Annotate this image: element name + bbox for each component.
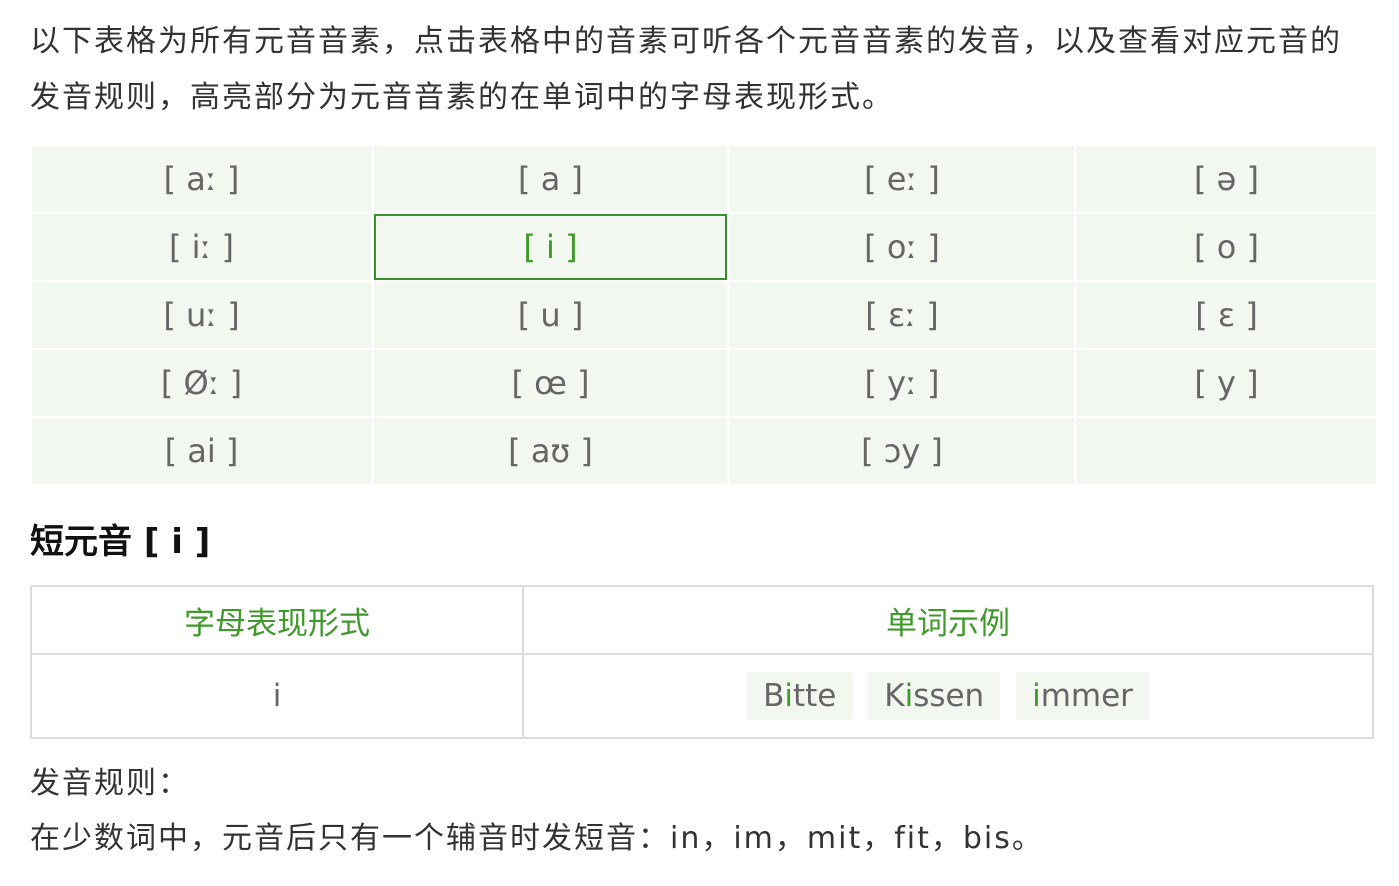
phoneme-cell-a-long[interactable]: [ aː ] xyxy=(32,146,371,212)
phoneme-cell-o-slash-long[interactable]: [ Øː ] xyxy=(32,350,371,416)
phoneme-cell-a[interactable]: [ a ] xyxy=(374,146,727,212)
phoneme-cell-o[interactable]: [ o ] xyxy=(1077,214,1376,280)
letter-form-cell: i xyxy=(30,653,524,739)
phoneme-cell-y[interactable]: [ y ] xyxy=(1077,350,1376,416)
example-highlight: i xyxy=(784,678,793,714)
examples-cell: Bitte Kissen immer xyxy=(522,653,1374,739)
example-word-immer[interactable]: immer xyxy=(1016,672,1149,720)
phoneme-cell-epsilon-long[interactable]: [ ɛː ] xyxy=(730,282,1074,348)
phoneme-cell-u-long[interactable]: [ uː ] xyxy=(32,282,371,348)
example-word-bitte[interactable]: Bitte xyxy=(747,672,853,720)
header-letter-form: 字母表现形式 xyxy=(30,585,524,655)
header-word-examples: 单词示例 xyxy=(522,585,1374,655)
phoneme-cell-u[interactable]: [ u ] xyxy=(374,282,727,348)
example-part: ssen xyxy=(913,678,985,714)
phoneme-grid: [ aː ] [ a ] [ eː ] [ ə ] [ iː ] [ i ] [… xyxy=(32,146,1376,484)
rule-table-row: i Bitte Kissen immer xyxy=(30,653,1374,739)
phoneme-cell-oe[interactable]: [ œ ] xyxy=(374,350,727,416)
phoneme-cell-e-long[interactable]: [ eː ] xyxy=(730,146,1074,212)
example-part: mmer xyxy=(1040,678,1133,714)
rule-text: 在少数词中，元音后只有一个辅音时发短音：in，im，mit，fit，bis。 xyxy=(30,821,1044,856)
rule-table: 字母表现形式 单词示例 i Bitte Kissen immer xyxy=(30,585,1374,739)
example-part: tte xyxy=(792,678,837,714)
phoneme-cell-y-long[interactable]: [ yː ] xyxy=(730,350,1074,416)
phoneme-cell-i-long[interactable]: [ iː ] xyxy=(32,214,371,280)
phoneme-cell-au[interactable]: [ aʊ ] xyxy=(374,418,727,484)
phoneme-cell-ai[interactable]: [ ai ] xyxy=(32,418,371,484)
section-title: 短元音 [ i ] xyxy=(30,522,211,562)
phoneme-cell-i-selected[interactable]: [ i ] xyxy=(374,214,727,280)
phoneme-cell-schwa[interactable]: [ ə ] xyxy=(1077,146,1376,212)
example-part: B xyxy=(763,678,785,714)
phoneme-cell-empty xyxy=(1077,418,1376,484)
rule-label: 发音规则： xyxy=(30,766,190,801)
example-highlight: i xyxy=(1032,678,1041,714)
phoneme-cell-epsilon[interactable]: [ ɛ ] xyxy=(1077,282,1376,348)
phoneme-cell-oy[interactable]: [ ɔy ] xyxy=(730,418,1074,484)
example-word-kissen[interactable]: Kissen xyxy=(868,672,1001,720)
rule-table-header-row: 字母表现形式 单词示例 xyxy=(30,585,1374,655)
example-part: K xyxy=(884,678,905,714)
example-highlight: i xyxy=(904,678,914,714)
intro-text: 以下表格为所有元音音素，点击表格中的音素可听各个元音音素的发音，以及查看对应元音… xyxy=(30,24,1342,115)
phoneme-cell-o-long[interactable]: [ oː ] xyxy=(730,214,1074,280)
